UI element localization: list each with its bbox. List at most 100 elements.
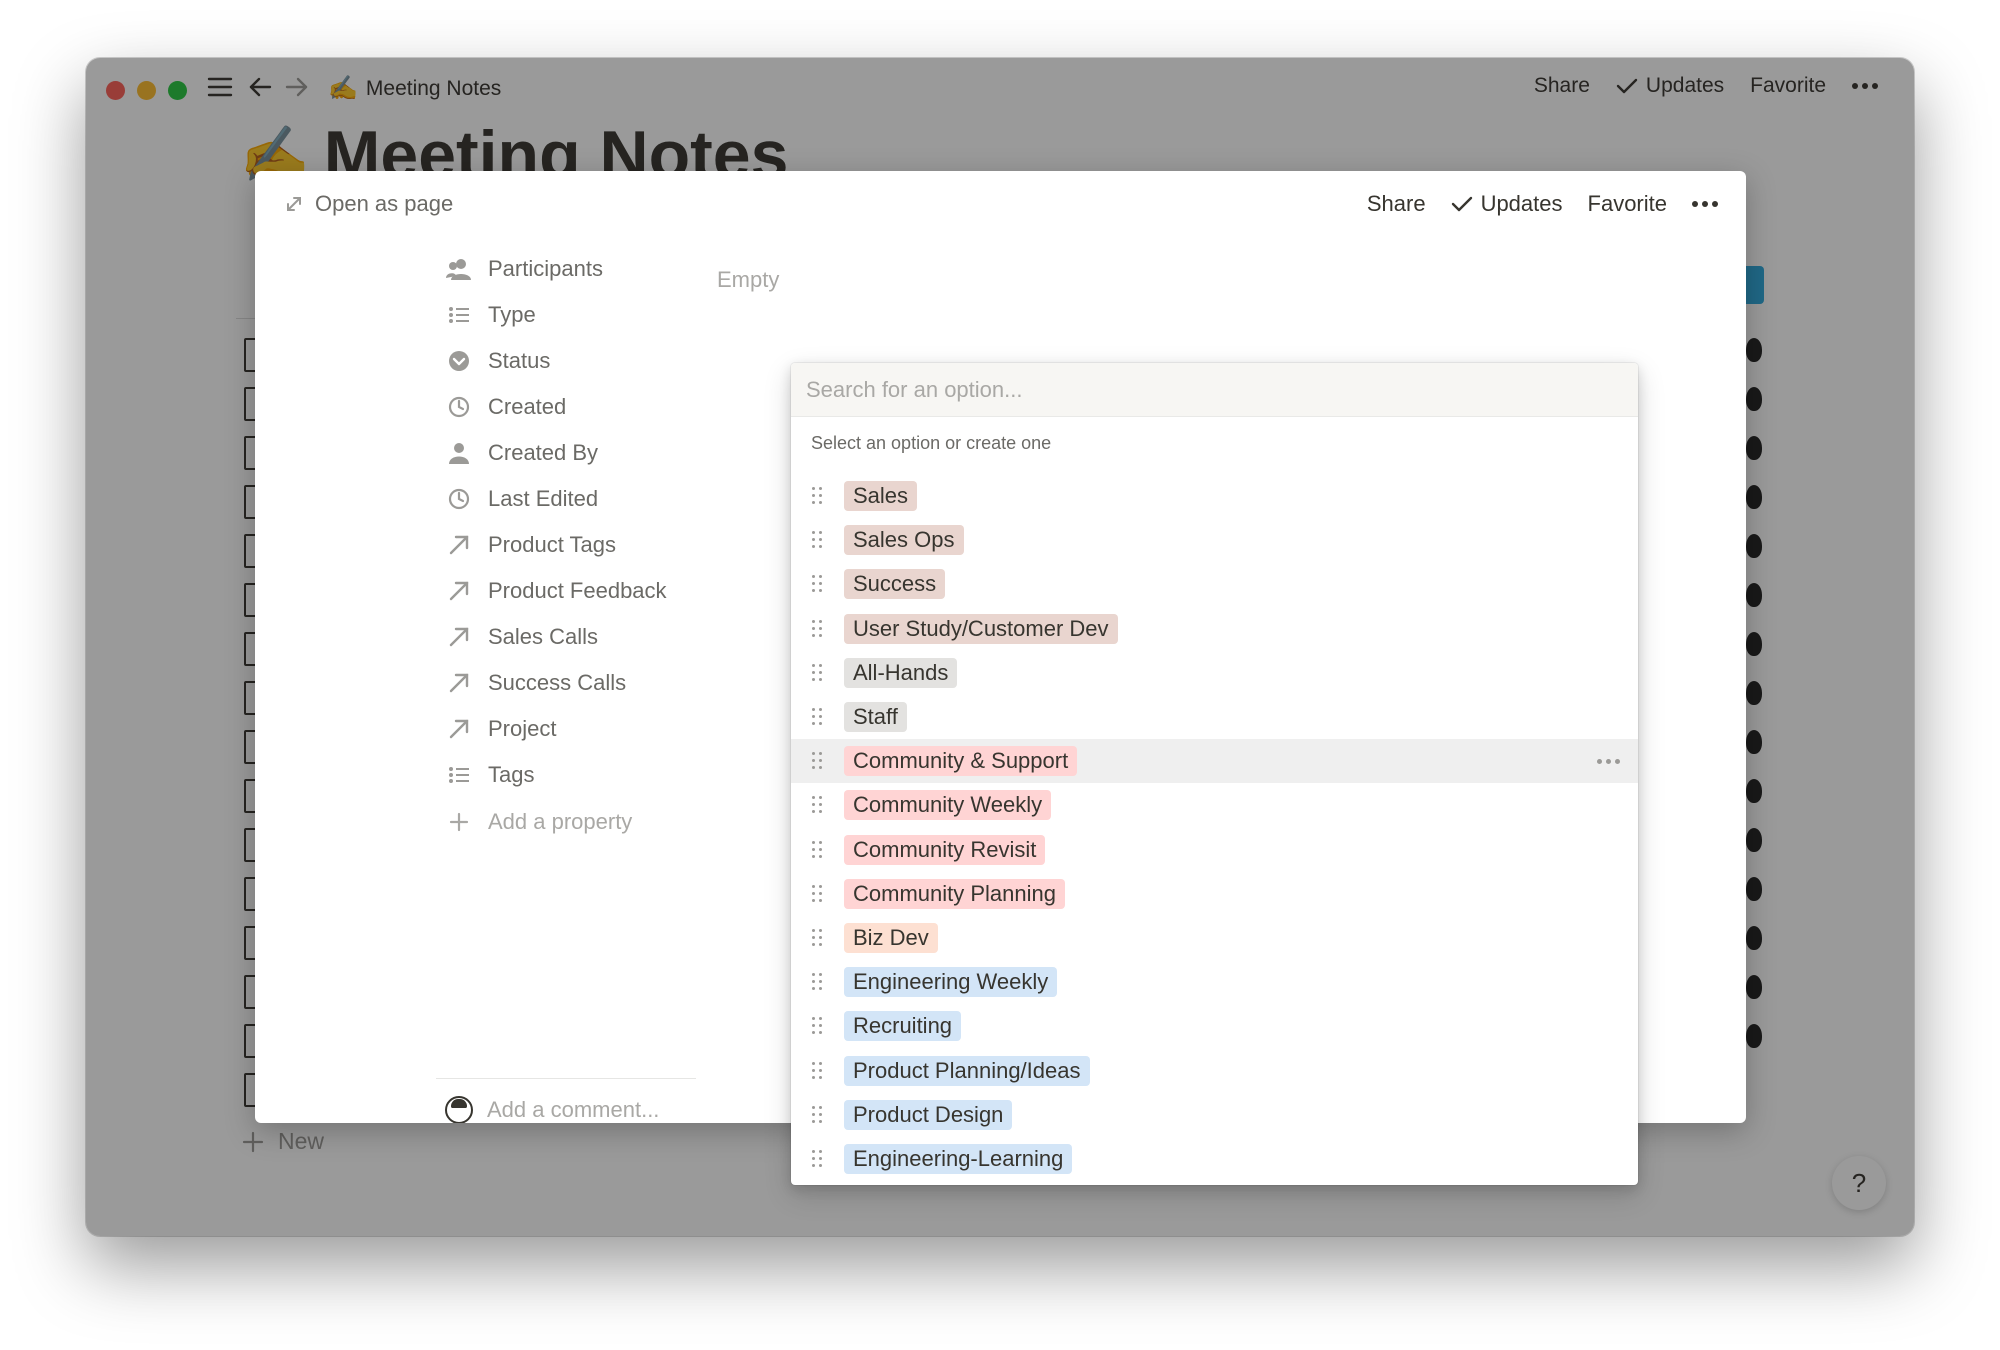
drag-handle-icon[interactable]	[812, 1061, 824, 1082]
option-item[interactable]: Post-Mortem	[791, 1181, 1638, 1185]
option-item[interactable]: User Study/Customer Dev	[791, 607, 1638, 651]
property-participants[interactable]: Participants	[445, 249, 603, 289]
relation-arrow-icon	[445, 715, 473, 743]
property-last-edited[interactable]: Last Edited	[445, 479, 598, 519]
updates-label: Updates	[1480, 191, 1563, 216]
option-item[interactable]: All-Hands	[791, 651, 1638, 695]
property-success-calls[interactable]: Success Calls	[445, 663, 626, 703]
option-tag: Community & Support	[844, 746, 1078, 777]
drag-handle-icon[interactable]	[812, 929, 824, 949]
property-label: Add a property	[488, 809, 633, 834]
relation-arrow-icon	[445, 623, 473, 651]
more-options-icon[interactable]	[1692, 201, 1718, 207]
option-item[interactable]: Recruiting	[791, 1004, 1638, 1048]
add-property-button[interactable]: Add a property	[445, 802, 632, 842]
open-as-page-label: Open as page	[315, 191, 454, 216]
list-icon	[445, 301, 473, 329]
option-tag: Product Design	[844, 1099, 1013, 1130]
property-status[interactable]: Status	[445, 341, 550, 381]
person-icon	[445, 439, 473, 467]
property-created-by[interactable]: Created By	[445, 433, 598, 473]
drag-handle-icon[interactable]	[812, 708, 824, 728]
app-window: ✍️ Meeting Notes Share Updates Favorite …	[86, 58, 1914, 1236]
option-item[interactable]: Product Design	[791, 1093, 1638, 1137]
property-label: Created By	[488, 440, 599, 465]
option-item[interactable]: Community & Support	[791, 739, 1638, 784]
drag-handle-icon[interactable]	[812, 1017, 824, 1037]
option-tag: Recruiting	[844, 1011, 962, 1042]
relation-arrow-icon	[445, 669, 473, 697]
drag-handle-icon[interactable]	[812, 487, 824, 507]
option-tag: Product Planning/Ideas	[844, 1055, 1090, 1086]
drag-handle-icon[interactable]	[812, 752, 824, 772]
option-item[interactable]: Engineering-Learning	[791, 1137, 1638, 1181]
drag-handle-icon[interactable]	[812, 1150, 824, 1170]
drag-handle-icon[interactable]	[812, 663, 824, 684]
property-project[interactable]: Project	[445, 709, 556, 749]
drag-handle-icon[interactable]	[812, 973, 824, 993]
option-tag: Staff	[844, 702, 907, 732]
property-label: Product Feedback	[488, 578, 667, 603]
drag-handle-icon[interactable]	[812, 1105, 824, 1126]
drag-handle-icon[interactable]	[812, 796, 824, 816]
option-tag: All-Hands	[844, 657, 958, 688]
comment-field[interactable]: Add a comment...	[445, 1096, 659, 1123]
updates-button[interactable]: Updates	[1451, 191, 1563, 217]
open-as-page-button[interactable]: Open as page	[285, 191, 453, 217]
dropdown-hint: Select an option or create one	[811, 433, 1052, 453]
drag-handle-icon[interactable]	[812, 575, 824, 595]
plus-icon	[445, 808, 473, 836]
option-tag: Community Weekly	[844, 790, 1052, 821]
divider	[436, 1078, 696, 1079]
comment-placeholder: Add a comment...	[487, 1097, 660, 1122]
property-label: Sales Calls	[488, 624, 599, 649]
property-label: Type	[488, 302, 536, 327]
property-label: Created	[488, 394, 567, 419]
option-tag: Success	[844, 569, 946, 600]
property-label: Success Calls	[488, 670, 627, 695]
favorite-button[interactable]: Favorite	[1588, 191, 1667, 217]
expand-icon	[287, 197, 301, 211]
select-option-dropdown: Select an option or create one Sales Sale…	[791, 363, 1638, 1185]
option-search-input[interactable]	[804, 371, 1608, 409]
option-tag: User Study/Customer Dev	[844, 613, 1118, 644]
share-button[interactable]: Share	[1367, 191, 1426, 217]
option-item[interactable]: Staff	[791, 695, 1638, 739]
option-tag: Engineering-Learning	[844, 1144, 1073, 1174]
property-label: Product Tags	[488, 532, 617, 557]
option-item[interactable]: Community Weekly	[791, 783, 1638, 827]
list-icon	[445, 761, 473, 789]
clock-icon	[445, 393, 473, 421]
option-item[interactable]: Sales Ops	[791, 518, 1638, 562]
drag-handle-icon[interactable]	[812, 840, 824, 861]
property-tags[interactable]: Tags	[445, 755, 534, 795]
drag-handle-icon[interactable]	[812, 531, 824, 551]
property-label: Participants	[488, 256, 603, 281]
property-sales-calls[interactable]: Sales Calls	[445, 617, 598, 657]
property-type[interactable]: Type	[445, 295, 536, 335]
option-item[interactable]: Community Revisit	[791, 828, 1638, 872]
option-tag: Community Revisit	[844, 834, 1046, 865]
option-item[interactable]: Community Planning	[791, 872, 1638, 916]
option-item[interactable]: Product Planning/Ideas	[791, 1049, 1638, 1093]
option-item[interactable]: Success	[791, 562, 1638, 606]
drag-handle-icon[interactable]	[812, 619, 824, 640]
property-label: Project	[488, 716, 557, 741]
option-tag: Biz Dev	[844, 923, 938, 953]
modal-actions: Share Updates Favorite	[1367, 191, 1718, 217]
option-item[interactable]: Biz Dev	[791, 916, 1638, 960]
option-tag: Community Planning	[844, 878, 1065, 909]
option-item[interactable]: Engineering Weekly	[791, 960, 1638, 1004]
property-created[interactable]: Created	[445, 387, 566, 427]
select-circle-icon	[445, 347, 473, 375]
property-product-feedback[interactable]: Product Feedback	[445, 571, 667, 611]
drag-handle-icon[interactable]	[812, 884, 824, 905]
property-product-tags[interactable]: Product Tags	[445, 525, 616, 565]
relation-arrow-icon	[445, 577, 473, 605]
option-tag: Sales	[844, 481, 918, 511]
relation-arrow-icon	[445, 531, 473, 559]
participants-value[interactable]: Empty	[717, 267, 779, 293]
option-search-box	[791, 363, 1638, 417]
option-item[interactable]: Sales	[791, 474, 1638, 518]
option-more-icon[interactable]	[1597, 751, 1620, 771]
